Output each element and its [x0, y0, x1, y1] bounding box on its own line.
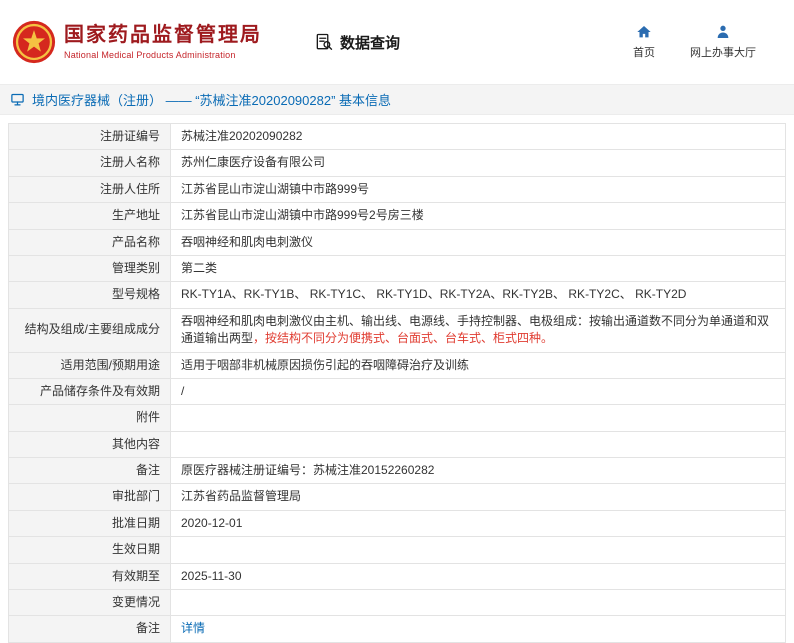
table-row: 适用范围/预期用途适用于咽部非机械原因损伤引起的吞咽障碍治疗及训练	[9, 352, 786, 378]
data-query-title: 数据查询	[314, 32, 400, 53]
row-value	[171, 590, 786, 616]
row-value	[171, 537, 786, 563]
row-value: 江苏省昆山市淀山湖镇中市路999号2号房三楼	[171, 203, 786, 229]
row-value-text: /	[181, 384, 184, 398]
row-value-text: 江苏省药品监督管理局	[181, 489, 301, 503]
row-value: /	[171, 378, 786, 404]
row-label: 型号规格	[9, 282, 171, 308]
table-row: 附件	[9, 405, 786, 431]
national-emblem-logo	[12, 20, 56, 64]
table-row: 型号规格 RK-TY1A、RK-TY1B、 RK-TY1C、 RK-TY1D、RK…	[9, 282, 786, 308]
row-value: 苏械注准20202090282	[171, 124, 786, 150]
table-row: 产品储存条件及有效期 /	[9, 378, 786, 404]
row-value-text: 吞咽神经和肌肉电刺激仪	[181, 235, 313, 249]
nav-home-label: 首页	[633, 44, 655, 60]
table-row: 注册人住所江苏省昆山市淀山湖镇中市路999号	[9, 176, 786, 202]
row-label: 生产地址	[9, 203, 171, 229]
table-row: 注册证编号苏械注准20202090282	[9, 124, 786, 150]
row-label: 批准日期	[9, 510, 171, 536]
row-value-text: 苏械注准20202090282	[181, 129, 302, 143]
document-search-icon	[314, 32, 334, 52]
table-row: 生效日期	[9, 537, 786, 563]
row-value-text: 原医疗器械注册证编号：苏械注准20152260282	[181, 463, 434, 477]
row-label: 注册人名称	[9, 150, 171, 176]
page-title: 境内医疗器械（注册） —— “苏械注准20202090282” 基本信息	[32, 90, 391, 109]
row-label: 管理类别	[9, 255, 171, 281]
row-label: 结构及组成/主要组成成分	[9, 308, 171, 352]
row-value: 原医疗器械注册证编号：苏械注准20152260282	[171, 458, 786, 484]
agency-name: 国家药品监督管理局	[64, 24, 262, 46]
home-icon	[636, 24, 652, 40]
table-row: 管理类别第二类	[9, 255, 786, 281]
table-row: 生产地址江苏省昆山市淀山湖镇中市路999号2号房三楼	[9, 203, 786, 229]
monitor-icon	[10, 92, 25, 107]
row-label: 注册证编号	[9, 124, 171, 150]
row-value: 江苏省药品监督管理局	[171, 484, 786, 510]
row-label: 审批部门	[9, 484, 171, 510]
row-value: 吞咽神经和肌肉电刺激仪	[171, 229, 786, 255]
person-icon	[715, 24, 731, 40]
row-value-text: 江苏省昆山市淀山湖镇中市路999号2号房三楼	[181, 208, 424, 222]
row-value-text: 2020-12-01	[181, 516, 242, 530]
row-value	[171, 405, 786, 431]
brand: 国家药品监督管理局 National Medical Products Admi…	[12, 20, 262, 64]
table-row: 结构及组成/主要组成成分吞咽神经和肌肉电刺激仪由主机、输出线、电源线、手持控制器…	[9, 308, 786, 352]
registration-info-table: 注册证编号苏械注准20202090282注册人名称苏州仁康医疗设备有限公司注册人…	[8, 123, 786, 643]
data-query-label: 数据查询	[340, 32, 400, 53]
agency-name-en: National Medical Products Administration	[64, 50, 262, 60]
row-value-text: 适用于咽部非机械原因损伤引起的吞咽障碍治疗及训练	[181, 358, 469, 372]
nav-online-hall-label: 网上办事大厅	[690, 44, 756, 60]
row-value: 2025-11-30	[171, 563, 786, 589]
row-label: 其他内容	[9, 431, 171, 457]
row-label: 产品储存条件及有效期	[9, 378, 171, 404]
row-value: 详情	[171, 616, 786, 642]
row-value: 适用于咽部非机械原因损伤引起的吞咽障碍治疗及训练	[171, 352, 786, 378]
row-value-highlight: ，按结构不同分为便携式、台面式、台车式、柜式四种。	[253, 331, 553, 345]
row-value-text: 2025-11-30	[181, 569, 242, 583]
table-row: 备注详情	[9, 616, 786, 642]
brand-text: 国家药品监督管理局 National Medical Products Admi…	[64, 24, 262, 60]
row-value-text: 江苏省昆山市淀山湖镇中市路999号	[181, 182, 369, 196]
table-row: 产品名称吞咽神经和肌肉电刺激仪	[9, 229, 786, 255]
row-label: 有效期至	[9, 563, 171, 589]
row-value: RK-TY1A、RK-TY1B、 RK-TY1C、 RK-TY1D、RK-TY2…	[171, 282, 786, 308]
site-header: 国家药品监督管理局 National Medical Products Admi…	[0, 0, 794, 84]
table-row: 审批部门江苏省药品监督管理局	[9, 484, 786, 510]
table-row: 变更情况	[9, 590, 786, 616]
row-value: 苏州仁康医疗设备有限公司	[171, 150, 786, 176]
table-row: 批准日期 2020-12-01	[9, 510, 786, 536]
row-label: 备注	[9, 458, 171, 484]
nav-home[interactable]: 首页	[624, 24, 664, 60]
row-value-text: RK-TY1A、RK-TY1B、 RK-TY1C、 RK-TY1D、RK-TY2…	[181, 287, 686, 301]
row-value	[171, 431, 786, 457]
row-label: 变更情况	[9, 590, 171, 616]
row-label: 生效日期	[9, 537, 171, 563]
table-row: 备注原医疗器械注册证编号：苏械注准20152260282	[9, 458, 786, 484]
row-label: 附件	[9, 405, 171, 431]
row-value-text: 苏州仁康医疗设备有限公司	[181, 155, 325, 169]
row-label: 产品名称	[9, 229, 171, 255]
breadcrumb: 境内医疗器械（注册） —— “苏械注准20202090282” 基本信息	[0, 84, 794, 115]
row-value: 第二类	[171, 255, 786, 281]
row-value-text: 第二类	[181, 261, 217, 275]
table-row: 其他内容	[9, 431, 786, 457]
row-value: 吞咽神经和肌肉电刺激仪由主机、输出线、电源线、手持控制器、电极组成：按输出通道数…	[171, 308, 786, 352]
table-row: 有效期至 2025-11-30	[9, 563, 786, 589]
row-value: 江苏省昆山市淀山湖镇中市路999号	[171, 176, 786, 202]
table-row: 注册人名称苏州仁康医疗设备有限公司	[9, 150, 786, 176]
row-label: 注册人住所	[9, 176, 171, 202]
detail-link[interactable]: 详情	[181, 621, 205, 635]
row-label: 适用范围/预期用途	[9, 352, 171, 378]
row-value: 2020-12-01	[171, 510, 786, 536]
nav-online-hall[interactable]: 网上办事大厅	[690, 24, 756, 60]
row-label: 备注	[9, 616, 171, 642]
